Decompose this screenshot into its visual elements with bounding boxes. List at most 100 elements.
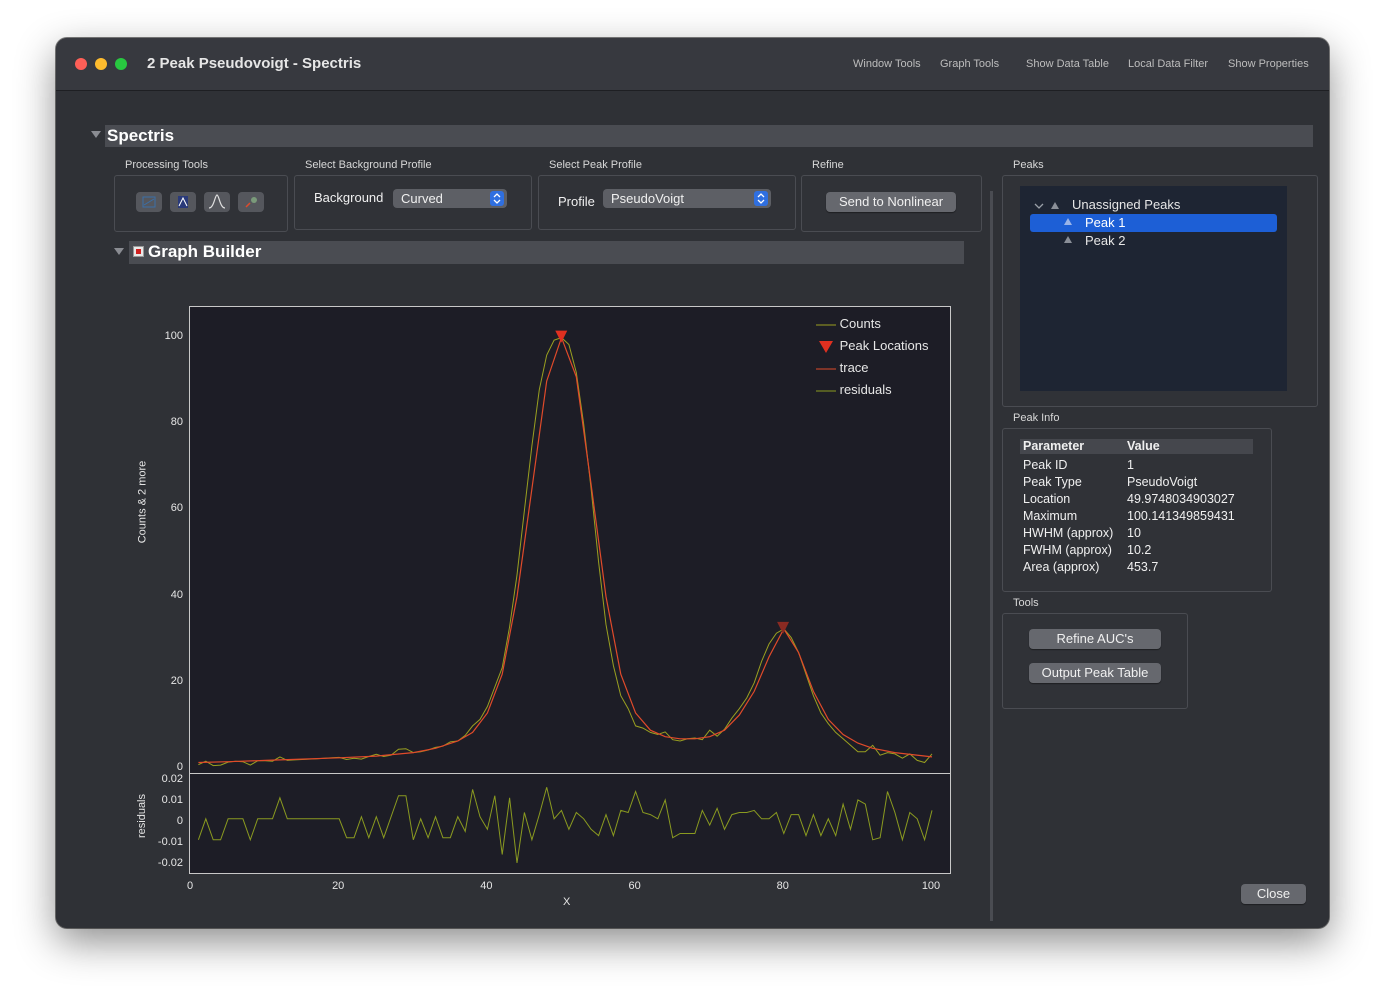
peak-fit-tool-button[interactable]: [204, 192, 230, 212]
chevron-updown-icon: [493, 193, 501, 204]
processing-tools-box: [114, 175, 288, 232]
tree-item-peak-1[interactable]: Peak 1: [1030, 214, 1277, 232]
peak-finder-tool-icon: [178, 196, 188, 208]
value-maximum: 100.141349859431: [1127, 509, 1235, 523]
legend-line-icon: [816, 368, 836, 370]
baseline-tool-button[interactable]: [136, 192, 162, 212]
peak-info-table-header: Parameter Value: [1020, 439, 1253, 454]
tree-root-label[interactable]: Unassigned Peaks: [1072, 197, 1180, 212]
header-value: Value: [1127, 439, 1160, 453]
param-fwhm: FWHM (approx): [1023, 543, 1112, 557]
y-tick-label-residuals: -0.02: [157, 857, 183, 869]
y-tick-label: 100: [164, 330, 183, 342]
peak-profile-section-label: Select Peak Profile: [549, 159, 642, 171]
legend-line-icon: [816, 324, 836, 326]
menu-window-tools[interactable]: Window Tools: [853, 58, 921, 70]
zoom-window-button[interactable]: [115, 58, 127, 70]
x-tick-label: 60: [628, 880, 641, 892]
peak-finder-tool-button[interactable]: [170, 192, 196, 212]
y-tick-label: 0: [176, 761, 183, 773]
legend-trace: trace: [816, 360, 869, 375]
x-axis-label: X: [563, 896, 571, 908]
chevron-updown-icon: [757, 193, 765, 204]
close-button[interactable]: Close: [1241, 884, 1306, 904]
close-window-button[interactable]: [75, 58, 87, 70]
menu-local-data-filter[interactable]: Local Data Filter: [1128, 58, 1208, 70]
y-tick-label-residuals: 0: [176, 815, 183, 827]
tree-item-label: Peak 2: [1085, 233, 1126, 248]
series-counts-line: [198, 337, 933, 767]
marker-tool-button[interactable]: [238, 192, 264, 212]
background-select[interactable]: Curved: [393, 189, 507, 208]
background-section-label: Select Background Profile: [305, 159, 432, 171]
y-tick-label-residuals: 0.01: [161, 794, 183, 806]
param-peak-type: Peak Type: [1023, 475, 1082, 489]
residuals-plot-area[interactable]: [189, 773, 951, 874]
collapse-graph-builder-icon[interactable]: [114, 248, 124, 255]
y-tick-label-residuals: 0.02: [161, 773, 183, 785]
peak-info-label: Peak Info: [1013, 412, 1060, 424]
triangle-down-icon: [819, 340, 833, 353]
main-plot-svg: [198, 330, 933, 767]
profile-label: Profile: [558, 194, 595, 209]
main-content: Spectris Processing Tools Select Backgro…: [56, 91, 1329, 928]
red-triangle-menu-icon[interactable]: [133, 246, 144, 257]
minimize-window-button[interactable]: [95, 58, 107, 70]
tree-item-label: Peak 1: [1085, 215, 1126, 230]
peak-info-box: Parameter Value Peak ID 1 Peak Type Pseu…: [1002, 428, 1272, 592]
background-select-value: Curved: [401, 191, 443, 206]
peak-profile-box: Profile PseudoVoigt: [538, 175, 796, 230]
menu-graph-tools[interactable]: Graph Tools: [940, 58, 999, 70]
profile-stepper: [754, 191, 768, 206]
value-fwhm: 10.2: [1127, 543, 1152, 557]
profile-select[interactable]: PseudoVoigt: [603, 189, 771, 208]
collapse-spectris-icon[interactable]: [91, 131, 101, 138]
y-tick-label: 60: [170, 502, 183, 515]
series-trace-line: [198, 335, 933, 764]
y-tick-label: 80: [170, 416, 183, 429]
spectris-section-title: Spectris: [105, 125, 1313, 147]
background-stepper: [490, 191, 504, 206]
y-tick-label: 40: [170, 588, 183, 601]
x-tick-label: 0: [186, 880, 194, 892]
window-title: 2 Peak Pseudovoigt - Spectris: [147, 55, 362, 72]
marker-tool-icon: [245, 197, 257, 208]
background-label: Background: [314, 190, 384, 205]
refine-aucs-button[interactable]: Refine AUC's: [1029, 629, 1161, 649]
x-tick-label: 80: [776, 880, 789, 892]
title-bar: 2 Peak Pseudovoigt - Spectris Window Too…: [56, 38, 1329, 91]
graph-builder-header: Graph Builder: [129, 241, 964, 264]
menu-show-data-table[interactable]: Show Data Table: [1026, 58, 1109, 70]
peaks-box: Unassigned Peaks Peak 1 Peak 2: [1002, 175, 1318, 407]
series-residuals-line: [197, 787, 933, 863]
main-plot-area[interactable]: Counts Peak Locations trace residuals: [189, 306, 951, 775]
background-box: Background Curved: [294, 175, 532, 230]
baseline-tool-icon: [142, 196, 156, 208]
processing-tools-label: Processing Tools: [125, 159, 208, 171]
tools-box: Refine AUC's Output Peak Table: [1002, 613, 1188, 709]
output-peak-table-button[interactable]: Output Peak Table: [1029, 663, 1161, 683]
value-hwhm: 10: [1127, 526, 1141, 540]
peak-curve-icon: [208, 194, 226, 209]
value-area: 453.7: [1127, 560, 1159, 574]
x-tick-label: 20: [332, 880, 345, 892]
tree-item-peak-2[interactable]: Peak 2: [1030, 232, 1277, 250]
param-hwhm: HWHM (approx): [1023, 526, 1114, 540]
y-tick-label-residuals: -0.01: [157, 836, 183, 848]
x-tick-label: 100: [921, 880, 941, 892]
peaks-tree[interactable]: Unassigned Peaks Peak 1 Peak 2: [1020, 186, 1287, 391]
panel-divider[interactable]: [990, 191, 993, 921]
peak-triangle-icon: [1064, 236, 1072, 243]
legend-residuals: residuals: [816, 382, 892, 397]
peaks-label: Peaks: [1013, 159, 1044, 171]
menu-show-properties[interactable]: Show Properties: [1228, 58, 1309, 70]
send-to-nonlinear-button[interactable]: Send to Nonlinear: [826, 192, 956, 212]
legend-line-icon: [816, 390, 836, 392]
refine-box: Send to Nonlinear: [801, 175, 982, 232]
value-peak-id: 1: [1127, 458, 1134, 472]
residuals-plot-svg: [197, 787, 933, 863]
value-location: 49.9748034903027: [1127, 492, 1235, 506]
header-parameter: Parameter: [1023, 439, 1085, 453]
graph-builder-title: Graph Builder: [148, 242, 262, 261]
param-maximum: Maximum: [1023, 509, 1078, 523]
